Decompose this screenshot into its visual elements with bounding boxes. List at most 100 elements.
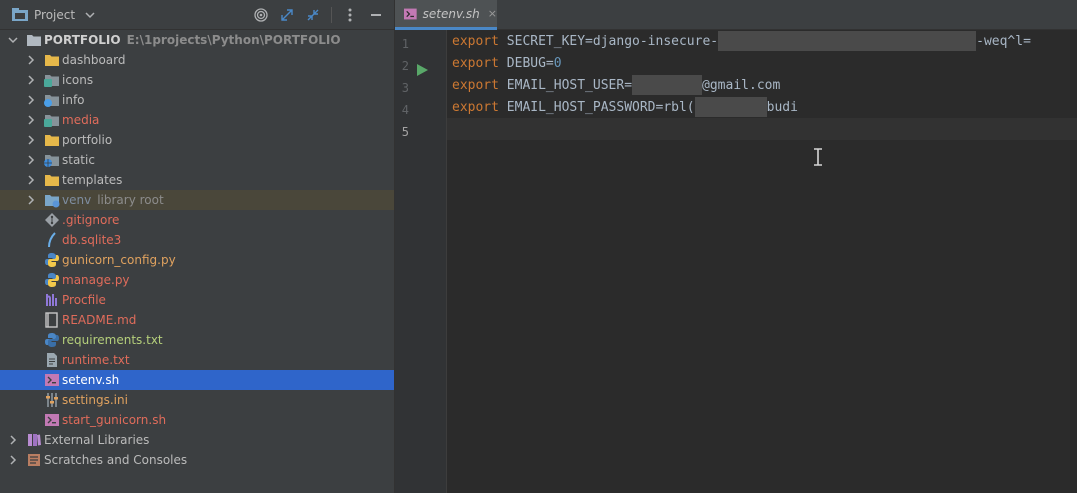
redacted-region: [632, 75, 703, 95]
tree-item-templates[interactable]: templates: [0, 170, 394, 190]
folder-icon: [44, 132, 60, 148]
tree-item-static[interactable]: static: [0, 150, 394, 170]
ide-window: Project PORTFOLIO E:\1projects\Python\PO…: [0, 0, 1077, 493]
minimize-icon: [371, 13, 381, 16]
tree-item-runtime-txt[interactable]: runtime.txt: [0, 350, 394, 370]
chevron-right-icon[interactable]: [24, 130, 38, 150]
options-menu-button[interactable]: [338, 4, 362, 26]
project-panel-toolbar: [249, 4, 388, 26]
chevron-right-icon[interactable]: [6, 450, 20, 470]
shell-icon: [44, 372, 60, 388]
editor-tab-bar: setenv.sh ×: [395, 0, 1077, 30]
project-panel-title[interactable]: Project: [34, 8, 75, 22]
folder-icon: [26, 32, 42, 48]
folder-icon: [44, 72, 60, 88]
tree-item-dashboard[interactable]: dashboard: [0, 50, 394, 70]
close-icon[interactable]: ×: [488, 7, 497, 20]
tree-item-name: icons: [62, 73, 94, 87]
tree-item-name: External Libraries: [44, 433, 150, 447]
tree-item-name: templates: [62, 173, 123, 187]
tree-item-scratches-and-consoles[interactable]: Scratches and Consoles: [0, 450, 394, 470]
code-keyword: export: [452, 33, 499, 49]
code-text: EMAIL_HOST_PASSWORD=rbl(: [498, 99, 695, 115]
code-line[interactable]: export EMAIL_HOST_USER= @gmail.com: [452, 74, 780, 96]
tree-item-settings-ini[interactable]: settings.ini: [0, 390, 394, 410]
tree-item-name: manage.py: [62, 273, 130, 287]
tree-item-gitignore[interactable]: .gitignore: [0, 210, 394, 230]
tree-item-portfolio[interactable]: portfolio: [0, 130, 394, 150]
hide-panel-button[interactable]: [364, 4, 388, 26]
project-panel: Project PORTFOLIO E:\1projects\Python\PO…: [0, 0, 395, 493]
folder-icon: [44, 192, 60, 208]
chevron-down-icon[interactable]: [6, 30, 20, 50]
chevron-right-icon[interactable]: [24, 170, 38, 190]
tree-item-label: icons: [62, 73, 93, 87]
tree-item-name: info: [62, 93, 85, 107]
collapse-all-button[interactable]: [301, 4, 325, 26]
tree-item-label: portfolio: [62, 133, 112, 147]
chevron-right-icon[interactable]: [24, 50, 38, 70]
shell-icon: [404, 8, 417, 19]
chevron-right-icon[interactable]: [24, 70, 38, 90]
tree-item-info[interactable]: info: [0, 90, 394, 110]
code-line[interactable]: export SECRET_KEY=django-insecure- -weq^l…: [452, 30, 1031, 52]
redacted-region: [718, 31, 977, 51]
tree-item-label: Scratches and Consoles: [44, 453, 187, 467]
chevron-right-icon[interactable]: [24, 150, 38, 170]
tree-item-requirements-txt[interactable]: requirements.txt: [0, 330, 394, 350]
tree-item-label: dashboard: [62, 53, 125, 67]
tree-item-name: static: [62, 153, 95, 167]
more-vertical-icon: [348, 8, 352, 21]
code-editor[interactable]: export SECRET_KEY=django-insecure- -weq^l…: [447, 30, 1077, 493]
tree-item-gunicorn-config-py[interactable]: gunicorn_config.py: [0, 250, 394, 270]
tree-item-external-libraries[interactable]: External Libraries: [0, 430, 394, 450]
project-tree: PORTFOLIO E:\1projects\Python\PORTFOLIO d…: [0, 30, 394, 470]
tree-item-name: requirements.txt: [62, 333, 163, 347]
project-folder-icon: [12, 7, 28, 21]
chevron-down-icon[interactable]: [85, 10, 95, 20]
tree-item-label: venv library root: [62, 193, 164, 207]
tree-item-start-gunicorn-sh[interactable]: start_gunicorn.sh: [0, 410, 394, 430]
line-number: 1: [401, 37, 409, 51]
code-line[interactable]: export EMAIL_HOST_PASSWORD=rbl(budi: [452, 96, 798, 118]
chevron-right-icon[interactable]: [24, 110, 38, 130]
code-keyword: export: [452, 77, 499, 93]
editor-gutter: 1 2 3 4 5: [395, 30, 447, 493]
tree-item-portfolio[interactable]: PORTFOLIO E:\1projects\Python\PORTFOLIO: [0, 30, 394, 50]
tree-item-setenv-sh[interactable]: setenv.sh: [0, 370, 394, 390]
tab-label: setenv.sh: [422, 6, 480, 21]
tree-item-procfile[interactable]: Procfile: [0, 290, 394, 310]
code-line[interactable]: export DEBUG= 0: [452, 52, 562, 74]
folder-icon: [44, 112, 60, 128]
line-number: 2: [401, 59, 409, 73]
tab-setenv-sh[interactable]: setenv.sh ×: [395, 0, 497, 30]
code-text: SECRET_KEY=django-insecure-: [498, 33, 719, 49]
chevron-right-icon[interactable]: [24, 190, 38, 210]
target-icon: [254, 7, 268, 22]
tree-item-label: gunicorn_config.py: [62, 253, 176, 267]
tree-item-readme-md[interactable]: README.md: [0, 310, 394, 330]
tree-item-name: portfolio: [62, 133, 113, 147]
run-icon[interactable]: [415, 63, 429, 77]
tree-item-icons[interactable]: icons: [0, 70, 394, 90]
tree-item-manage-py[interactable]: manage.py: [0, 270, 394, 290]
expand-all-icon: [281, 8, 293, 21]
select-opened-file-button[interactable]: [249, 4, 273, 26]
chevron-right-icon[interactable]: [6, 430, 20, 450]
folder-icon: [44, 52, 60, 68]
tree-item-label: templates: [62, 173, 122, 187]
tree-item-name: .gitignore: [62, 213, 120, 227]
text-cursor-icon: [814, 148, 822, 166]
tree-item-label: External Libraries: [44, 433, 149, 447]
tree-item-name: venv: [62, 193, 92, 207]
tree-item-venv[interactable]: venv library root: [0, 190, 394, 210]
redacted-region: [694, 97, 767, 117]
current-line-highlight: [447, 118, 1077, 140]
tree-item-label: Procfile: [62, 293, 106, 307]
tree-item-media[interactable]: media: [0, 110, 394, 130]
chevron-right-icon[interactable]: [24, 90, 38, 110]
tree-item-name: db.sqlite3: [62, 233, 122, 247]
collapse-all-icon: [307, 9, 319, 20]
tree-item-db-sqlite3[interactable]: db.sqlite3: [0, 230, 394, 250]
expand-all-button[interactable]: [275, 4, 299, 26]
